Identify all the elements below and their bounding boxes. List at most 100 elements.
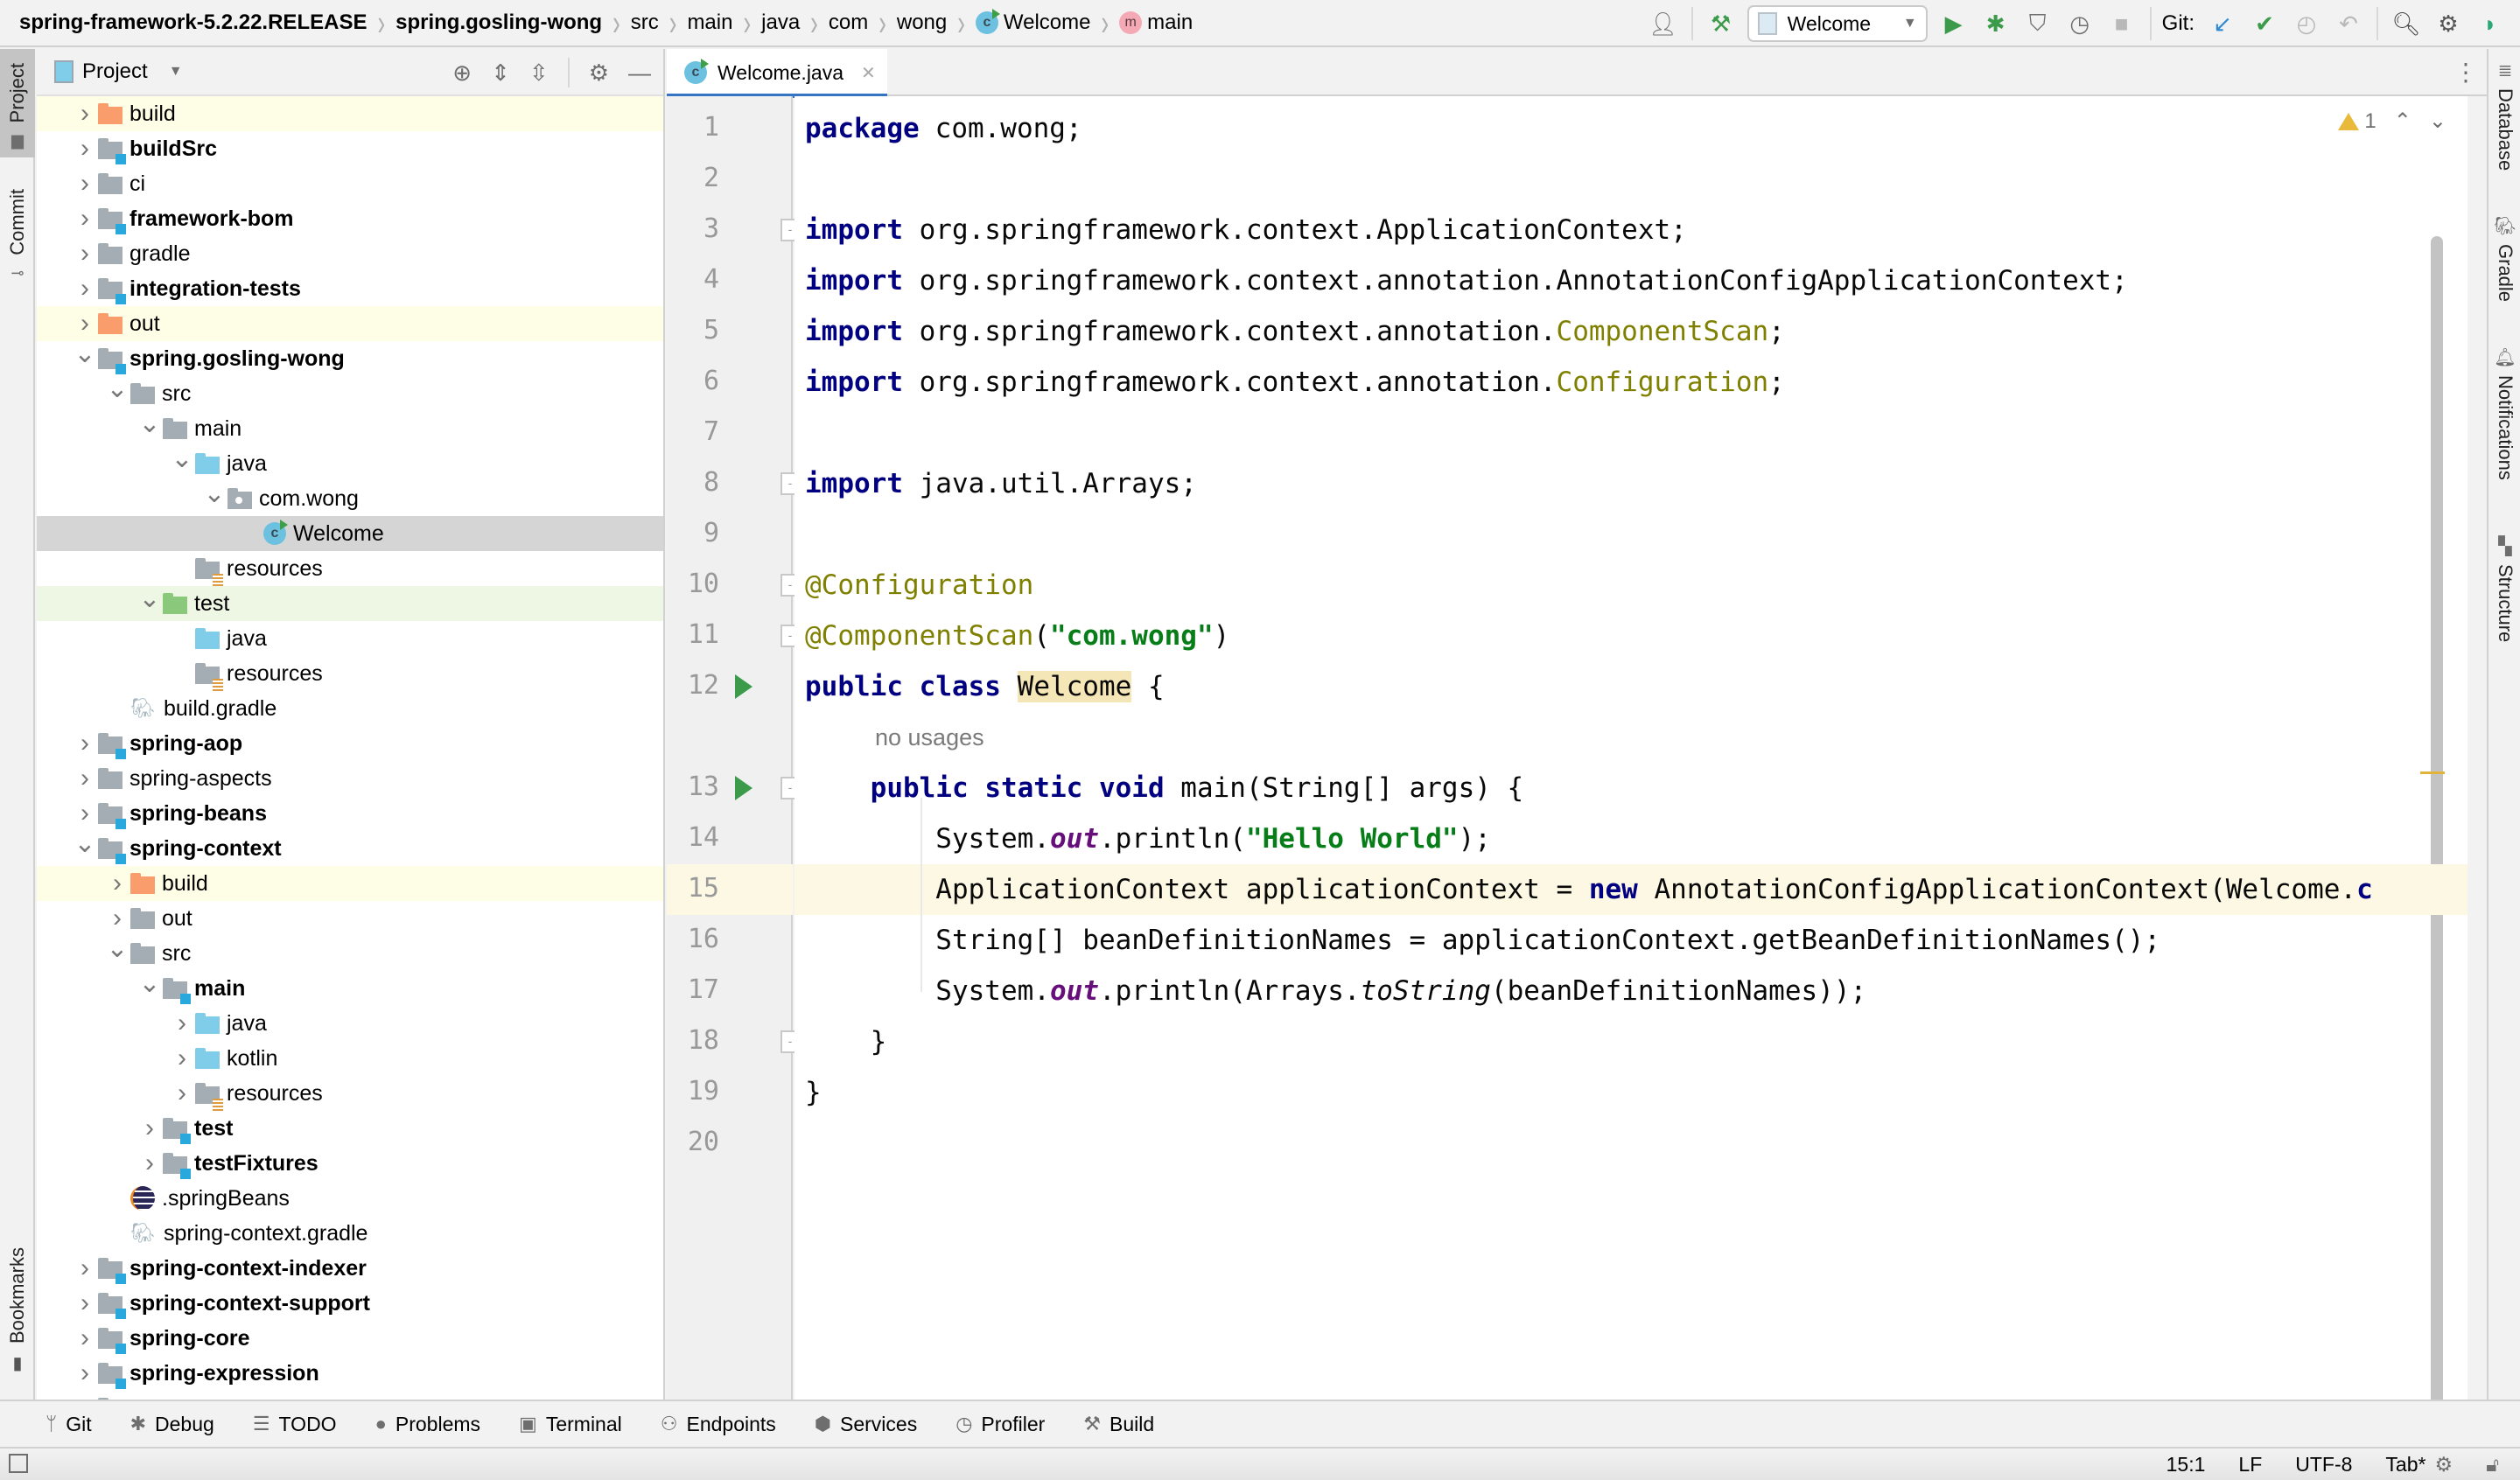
tool-window-endpoints[interactable]: ⚇ Endpoints <box>661 1413 776 1436</box>
breadcrumb-item[interactable]: src <box>631 10 659 35</box>
tree-item[interactable]: ⌄ src <box>37 933 663 971</box>
tree-item[interactable]: ›resources <box>37 551 663 586</box>
chevron-down-icon[interactable]: ⌄ <box>104 933 130 964</box>
breadcrumb-item[interactable]: spring-framework-5.2.22.RELEASE <box>19 10 367 35</box>
chevron-right-icon[interactable]: › <box>72 169 98 199</box>
chevron-right-icon[interactable]: › <box>72 1253 98 1283</box>
tree-item[interactable]: › spring-aspects <box>37 761 663 796</box>
file-encoding[interactable]: UTF-8 <box>2295 1453 2352 1477</box>
toggle-tool-windows-icon[interactable] <box>9 1454 28 1473</box>
tree-item[interactable]: › testFixtures <box>37 1146 663 1181</box>
chevron-right-icon[interactable]: › <box>72 1358 98 1388</box>
tree-item[interactable]: › kotlin <box>37 1041 663 1076</box>
chevron-down-icon[interactable]: ⌄ <box>201 478 228 509</box>
chevron-right-icon[interactable]: › <box>72 799 98 828</box>
chevron-right-icon[interactable]: › <box>72 134 98 164</box>
toolbox-icon[interactable]: ◗ <box>2473 6 2508 41</box>
tree-item[interactable]: › test <box>37 1111 663 1146</box>
git-update-icon[interactable]: ↙ <box>2205 6 2240 41</box>
breadcrumb-item[interactable]: java <box>761 10 800 35</box>
chevron-right-icon[interactable]: › <box>72 1323 98 1353</box>
tree-item[interactable]: ⌄ spring.gosling-wong <box>37 339 663 376</box>
tree-item[interactable]: ›resources <box>37 1076 663 1111</box>
breadcrumb-item[interactable]: com <box>829 10 868 35</box>
breadcrumb-item[interactable]: main <box>687 10 732 35</box>
more-options-icon[interactable]: ⋮ <box>2454 58 2478 87</box>
chevron-right-icon[interactable]: › <box>104 869 130 898</box>
run-configuration-select[interactable]: Welcome ▼ <box>1746 5 1928 42</box>
inspection-widget[interactable]: 1 ⌃ ⌄ <box>2338 108 2446 134</box>
vertical-scrollbar[interactable] <box>2431 236 2443 1400</box>
breadcrumb-item[interactable]: spring.gosling-wong <box>396 10 602 35</box>
chevron-down-icon[interactable]: ⌄ <box>136 408 163 439</box>
tree-item[interactable]: › build <box>37 96 663 131</box>
tool-window-profiler[interactable]: ◷ Profiler <box>956 1413 1045 1436</box>
tool-window-problems[interactable]: ● Problems <box>375 1413 480 1436</box>
chevron-right-icon[interactable]: › <box>72 729 98 758</box>
tree-item[interactable]: ⌄ test <box>37 584 663 621</box>
previous-highlight-icon[interactable]: ⌃ <box>2394 108 2412 134</box>
tool-window-services[interactable]: ⬢ Services <box>815 1413 917 1436</box>
run-gutter-icon[interactable] <box>735 674 752 699</box>
chevron-right-icon[interactable]: › <box>104 904 130 933</box>
tool-tab-gradle[interactable]: 🐘︎ Gradle <box>2488 215 2520 302</box>
breadcrumb-item[interactable]: m main <box>1119 10 1193 35</box>
debug-icon[interactable]: ✱ <box>1978 6 2013 41</box>
collapse-all-icon[interactable]: ⇳ <box>529 59 549 87</box>
tree-item[interactable]: ›resources <box>37 656 663 691</box>
chevron-right-icon[interactable]: › <box>72 764 98 793</box>
chevron-right-icon[interactable]: › <box>136 1148 163 1178</box>
tool-tab-commit[interactable]: Commit ⊸ <box>0 189 35 346</box>
tree-item[interactable]: › spring-core <box>37 1321 663 1356</box>
tree-item[interactable]: › build <box>37 866 663 901</box>
tree-item[interactable]: ›java <box>37 1006 663 1041</box>
chevron-down-icon[interactable]: ⌄ <box>72 828 98 859</box>
tree-item[interactable]: ⌄ spring-context <box>37 828 663 866</box>
chevron-right-icon[interactable]: › <box>72 204 98 234</box>
chevron-down-icon[interactable]: ⌄ <box>136 968 163 999</box>
run-gutter-icon[interactable] <box>735 776 752 800</box>
stop-icon[interactable]: ■ <box>2104 6 2139 41</box>
tree-item[interactable]: ›.springBeans <box>37 1181 663 1216</box>
tree-item[interactable]: ›java <box>37 621 663 656</box>
chevron-right-icon[interactable]: › <box>72 1288 98 1318</box>
profile-icon[interactable]: ◷ <box>2062 6 2097 41</box>
expand-all-icon[interactable]: ⇕ <box>491 59 510 87</box>
breadcrumb-item[interactable]: wong <box>897 10 947 35</box>
run-icon[interactable]: ▶ <box>1936 6 1971 41</box>
tool-tab-notifications[interactable]: 🔔︎ Notifications <box>2488 346 2520 480</box>
tree-item[interactable]: ⌄ src <box>37 373 663 411</box>
warning-marker[interactable] <box>2420 771 2445 774</box>
tree-item[interactable]: › buildSrc <box>37 131 663 166</box>
chevron-down-icon[interactable]: ⌄ <box>72 339 98 369</box>
chevron-down-icon[interactable]: ⌄ <box>104 373 130 404</box>
chevron-right-icon[interactable]: › <box>169 1044 195 1073</box>
chevron-down-icon[interactable]: ⌄ <box>169 443 195 474</box>
tree-item[interactable]: › ci <box>37 166 663 201</box>
project-view-select[interactable]: Project <box>82 59 148 84</box>
git-history-icon[interactable]: ◴ <box>2289 6 2324 41</box>
hide-panel-icon[interactable]: — <box>628 59 651 87</box>
tree-item[interactable]: ⌄ main <box>37 968 663 1006</box>
chevron-right-icon[interactable]: › <box>72 274 98 304</box>
chevron-right-icon[interactable]: › <box>72 239 98 269</box>
breadcrumb-item[interactable]: c Welcome <box>975 9 1091 35</box>
inlay-hint-usages[interactable]: no usages <box>875 712 984 763</box>
chevron-right-icon[interactable]: › <box>136 1113 163 1143</box>
chevron-right-icon[interactable]: › <box>169 1009 195 1038</box>
tool-tab-database[interactable]: ≣ Database <box>2488 59 2520 171</box>
tree-item[interactable]: › spring-context-indexer <box>37 1251 663 1286</box>
tool-window-todo[interactable]: ☰ TODO <box>253 1413 337 1436</box>
tree-item[interactable]: ›cWelcome <box>37 516 663 551</box>
tree-item[interactable]: › spring-context-support <box>37 1286 663 1321</box>
tool-tab-project[interactable]: Project ▆ <box>0 49 35 157</box>
caret-position[interactable]: 15:1 <box>2166 1453 2206 1477</box>
tool-window-git[interactable]: ᛘ Git <box>46 1413 92 1436</box>
tab-welcome-java[interactable]: c Welcome.java ✕ <box>667 49 887 98</box>
indent-setting[interactable]: Tab* <box>2385 1453 2426 1477</box>
tree-item[interactable]: › out <box>37 901 663 936</box>
tool-window-build[interactable]: ⚒ Build <box>1083 1413 1154 1436</box>
git-rollback-icon[interactable]: ↶ <box>2331 6 2366 41</box>
chevron-right-icon[interactable]: › <box>169 1079 195 1108</box>
search-icon[interactable]: 🔍︎ <box>2389 6 2424 41</box>
